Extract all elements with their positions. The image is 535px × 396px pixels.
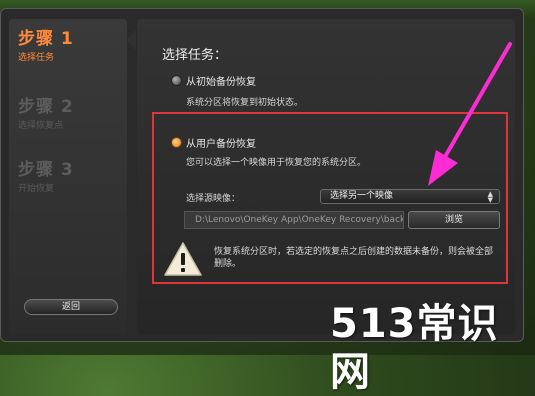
user-backup-radio[interactable] [171,137,182,148]
initial-backup-radio[interactable] [171,75,182,86]
backup-path-input[interactable]: D:\Lenovo\OneKey App\OneKey Recovery\bac… [184,211,404,229]
browse-button[interactable]: 浏览 [408,211,500,229]
step-3: 步骤 3 开始恢复 [18,155,74,194]
warning-message: 恢复系统分区时，若选定的恢复点之后创建的数据未备份，则会被全部删除。 [214,247,494,269]
source-image-label: 选择源映像： [186,194,241,204]
site-watermark: 513常识网 [330,301,499,395]
back-button[interactable]: 返回 [24,299,118,315]
step-1-subtitle: 选择任务 [18,53,55,63]
step-1-title: 步骤 1 [18,29,74,49]
source-image-select-value: 选择另一个映像 [330,191,394,201]
step-3-subtitle: 开始恢复 [18,184,55,194]
select-arrows-icon: ▲ ▼ [487,190,493,204]
active-step-pointer [126,30,136,50]
initial-backup-description: 系统分区将恢复到初始状态。 [186,98,304,108]
warning-icon [164,242,202,276]
step-2-title: 步骤 2 [18,97,74,117]
task-heading: 选择任务： [162,48,228,63]
step-2: 步骤 2 选择恢复点 [18,92,74,131]
initial-backup-label[interactable]: 从初始备份恢复 [186,73,256,88]
step-2-subtitle: 选择恢复点 [18,121,64,131]
annotation-arrow-icon [428,42,512,186]
user-backup-description: 您可以选择一个映像用于恢复您的系统分区。 [186,158,367,168]
step-3-title: 步骤 3 [18,160,74,180]
user-backup-label[interactable]: 从用户备份恢复 [186,135,256,150]
step-1: 步骤 1 选择任务 [18,24,74,63]
